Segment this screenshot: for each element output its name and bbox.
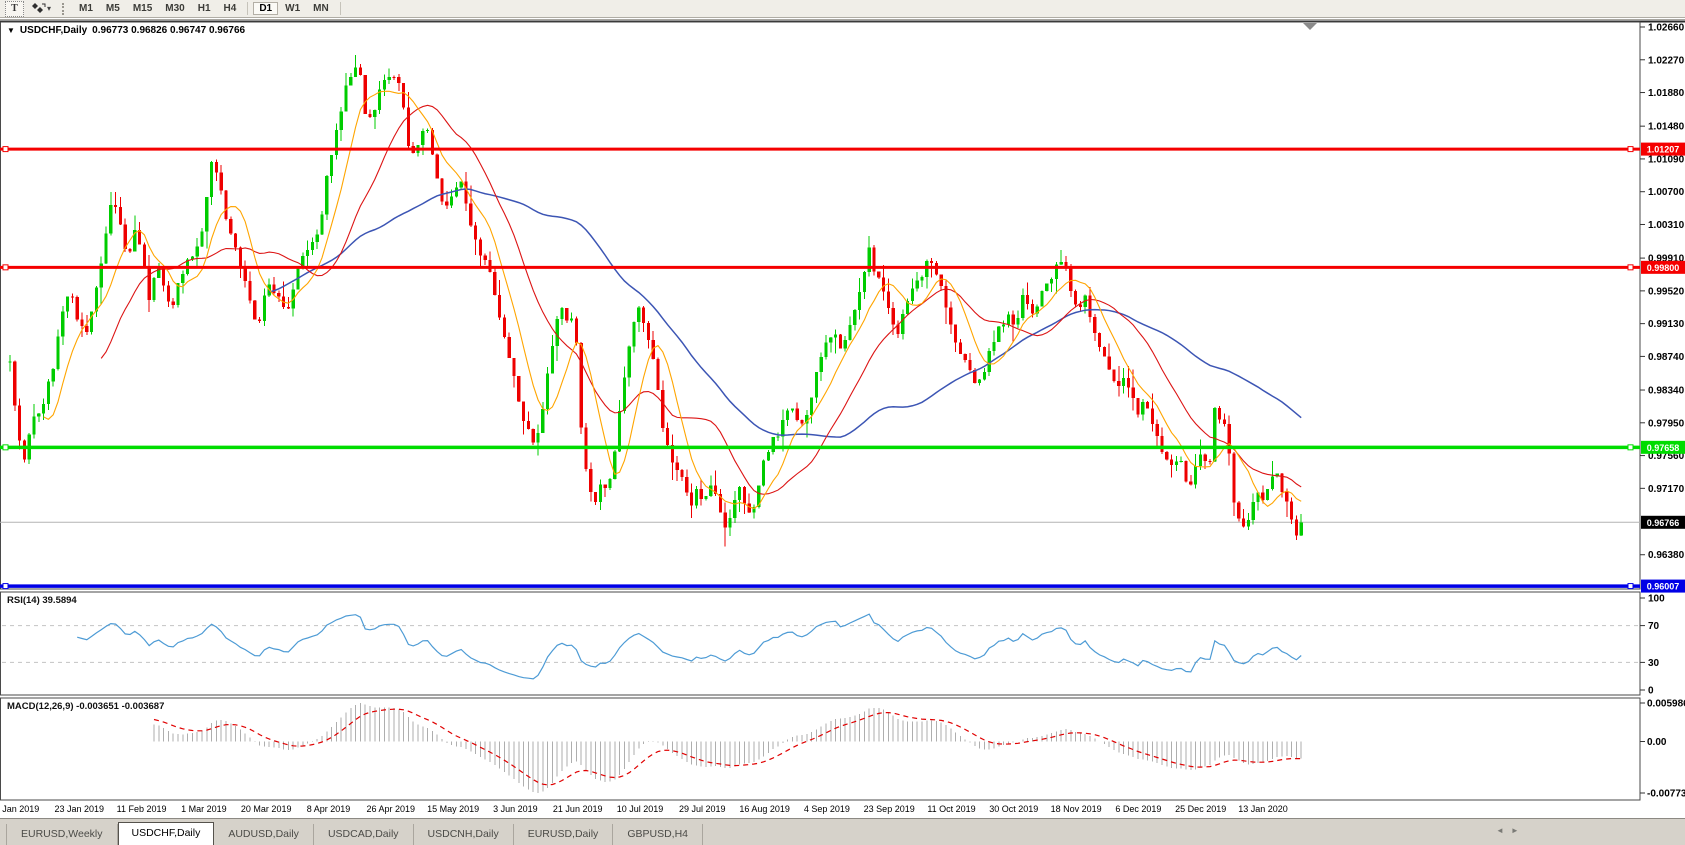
svg-text:0.005986: 0.005986 — [1647, 699, 1685, 710]
svg-text:0.99520: 0.99520 — [1648, 286, 1685, 297]
svg-text:0.97658: 0.97658 — [1647, 443, 1680, 453]
svg-text:1.02660: 1.02660 — [1648, 23, 1685, 34]
toolbar: T ▾ M1M5M15M30H1H4 D1W1MN — [0, 0, 1685, 18]
svg-text:70: 70 — [1648, 621, 1660, 632]
svg-text:3 Jun 2019: 3 Jun 2019 — [493, 804, 538, 814]
svg-text:0.96007: 0.96007 — [1647, 582, 1680, 592]
svg-text:1.00700: 1.00700 — [1648, 187, 1685, 198]
tab-scroll-right-icon[interactable]: ► — [1511, 826, 1526, 835]
tab-usdchf-daily[interactable]: USDCHF,Daily — [118, 822, 215, 845]
timeframe-button-w1[interactable]: W1 — [279, 2, 306, 15]
svg-text:1 Mar 2019: 1 Mar 2019 — [181, 804, 227, 814]
svg-text:6 Dec 2019: 6 Dec 2019 — [1115, 804, 1161, 814]
tab-usdcad-daily[interactable]: USDCAD,Daily — [314, 824, 414, 845]
diamond-arrows-icon — [30, 2, 46, 15]
svg-text:21 Jun 2019: 21 Jun 2019 — [553, 804, 603, 814]
chart-title: ▼ USDCHF,Daily 0.96773 0.96826 0.96747 0… — [7, 25, 245, 36]
chart-shift-marker-icon[interactable] — [1303, 23, 1317, 30]
hline-support-2[interactable]: 0.96007 — [0, 580, 1685, 593]
tab-usdcnh-daily[interactable]: USDCNH,Daily — [414, 824, 514, 845]
timeframe-button-mn[interactable]: MN — [307, 2, 335, 15]
timeframe-button-d1[interactable]: D1 — [253, 2, 278, 15]
svg-text:30: 30 — [1648, 658, 1660, 669]
svg-text:1.00310: 1.00310 — [1648, 220, 1685, 231]
rsi-levels — [2, 626, 1638, 663]
hline-support-1[interactable]: 0.97658 — [0, 441, 1685, 454]
svg-text:0.98340: 0.98340 — [1648, 386, 1685, 397]
chart-canvas[interactable]: 1.02660 1.02270 1.01880 1.01480 1.01090 1.007… — [0, 18, 1685, 818]
tab-eurusd-weekly[interactable]: EURUSD,Weekly — [6, 824, 118, 845]
svg-text:100: 100 — [1648, 594, 1665, 605]
tab-scroll-left-icon[interactable]: ◄ — [1496, 826, 1511, 835]
svg-text:25 Dec 2019: 25 Dec 2019 — [1175, 804, 1226, 814]
svg-text:0.97950: 0.97950 — [1648, 418, 1685, 429]
svg-text:8 Apr 2019: 8 Apr 2019 — [307, 804, 351, 814]
svg-text:0.96766: 0.96766 — [1647, 518, 1680, 528]
svg-text:1.02270: 1.02270 — [1648, 55, 1685, 66]
svg-text:0.97170: 0.97170 — [1648, 484, 1685, 495]
svg-text:0: 0 — [1648, 686, 1654, 697]
macd-signal-line — [154, 709, 1301, 785]
svg-text:4 Sep 2019: 4 Sep 2019 — [804, 804, 850, 814]
tab-eurusd-daily[interactable]: EURUSD,Daily — [514, 824, 614, 845]
svg-text:0.99130: 0.99130 — [1648, 319, 1685, 330]
svg-text:4 Jan 2019: 4 Jan 2019 — [0, 804, 39, 814]
toolbar-grip[interactable] — [62, 3, 65, 15]
ma-medium-line — [101, 105, 1301, 494]
timeframe-button-m5[interactable]: M5 — [100, 2, 126, 15]
hline-resistance-2[interactable]: 0.99800 — [0, 261, 1685, 274]
svg-text:0.98740: 0.98740 — [1648, 352, 1685, 363]
svg-text:15 May 2019: 15 May 2019 — [427, 804, 479, 814]
collapse-icon[interactable]: ▼ — [7, 26, 15, 35]
tab-scroll-arrows[interactable]: ◄► — [1496, 826, 1526, 835]
svg-text:1.01480: 1.01480 — [1648, 122, 1685, 133]
mt4-window: T ▾ M1M5M15M30H1H4D1W1MN 1.026601.022701… — [0, 0, 1685, 845]
timeframe-button-m15[interactable]: M15 — [127, 2, 158, 15]
chart-tab-bar: EURUSD,WeeklyUSDCHF,DailyAUDUSD,DailyUSD… — [0, 818, 1685, 845]
svg-text:-0.007737: -0.007737 — [1647, 789, 1685, 800]
time-axis: 4 Jan 2019 23 Jan 2019 11 Feb 2019 1 Mar 20… — [0, 804, 1288, 814]
rsi-axis: 100 70 30 0 — [1640, 594, 1665, 697]
svg-text:1.01880: 1.01880 — [1648, 88, 1685, 99]
svg-text:16 Aug 2019: 16 Aug 2019 — [739, 804, 790, 814]
svg-text:18 Nov 2019: 18 Nov 2019 — [1051, 804, 1102, 814]
svg-text:0.96380: 0.96380 — [1648, 550, 1685, 561]
macd-title: MACD(12,26,9) -0.003651 -0.003687 — [7, 701, 164, 712]
timeframe-button-m30[interactable]: M30 — [159, 2, 190, 15]
timeframe-button-m1[interactable]: M1 — [73, 2, 99, 15]
svg-text:1.01090: 1.01090 — [1648, 154, 1685, 165]
tab-gbpusd-h4[interactable]: GBPUSD,H4 — [613, 824, 703, 845]
tab-audusd-daily[interactable]: AUDUSD,Daily — [214, 824, 314, 845]
toolbar-separator — [340, 2, 341, 15]
svg-text:20 Mar 2019: 20 Mar 2019 — [241, 804, 292, 814]
ohlc-label: 0.96773 0.96826 0.96747 0.96766 — [92, 25, 245, 36]
timeframe-button-h4[interactable]: H4 — [218, 2, 243, 15]
svg-text:29 Jul 2019: 29 Jul 2019 — [679, 804, 726, 814]
macd-axis: 0.005986 0.00 -0.007737 — [1640, 699, 1685, 800]
svg-text:30 Oct 2019: 30 Oct 2019 — [989, 804, 1038, 814]
svg-text:26 Apr 2019: 26 Apr 2019 — [367, 804, 416, 814]
svg-text:13 Jan 2020: 13 Jan 2020 — [1238, 804, 1288, 814]
dropdown-caret-icon[interactable]: ▾ — [47, 4, 51, 13]
svg-text:23 Jan 2019: 23 Jan 2019 — [55, 804, 105, 814]
svg-text:11 Feb 2019: 11 Feb 2019 — [117, 804, 167, 814]
rsi-line — [77, 614, 1301, 679]
text-tool-button[interactable]: T — [5, 1, 24, 17]
symbol-label: USDCHF,Daily — [20, 25, 87, 36]
svg-text:1.01207: 1.01207 — [1647, 145, 1680, 155]
toolbar-separator — [247, 2, 248, 15]
svg-text:11 Oct 2019: 11 Oct 2019 — [927, 804, 975, 814]
candles — [8, 55, 1302, 546]
svg-text:10 Jul 2019: 10 Jul 2019 — [617, 804, 664, 814]
svg-text:0.99800: 0.99800 — [1647, 263, 1680, 273]
hline-resistance-1[interactable]: 1.01207 — [0, 143, 1685, 156]
svg-text:23 Sep 2019: 23 Sep 2019 — [864, 804, 915, 814]
objects-tool-button[interactable]: ▾ — [27, 2, 54, 15]
current-price-line: 0.96766 — [0, 516, 1685, 529]
price-axis: 1.02660 1.02270 1.01880 1.01480 1.01090 1.007… — [1640, 23, 1685, 562]
ma-slow-line — [269, 189, 1301, 437]
rsi-title: RSI(14) 39.5894 — [7, 595, 77, 606]
svg-text:0.00: 0.00 — [1647, 737, 1667, 748]
timeframe-button-h1[interactable]: H1 — [192, 2, 217, 15]
